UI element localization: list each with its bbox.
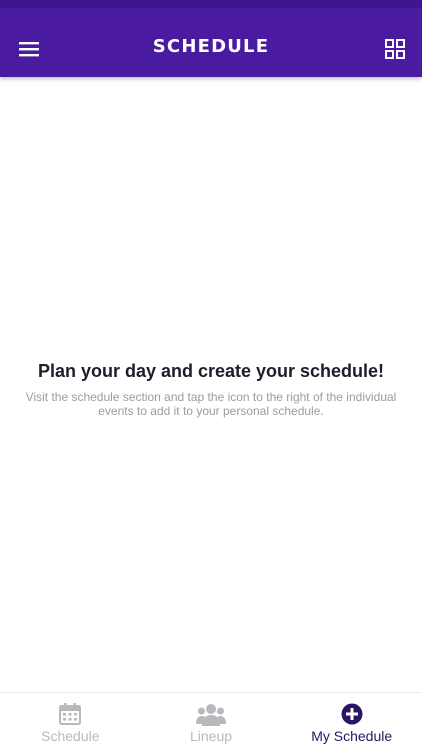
grid-view-icon — [385, 39, 405, 59]
status-bar — [0, 0, 422, 8]
nav-item-my-schedule[interactable]: My Schedule — [281, 693, 422, 750]
app: SCHEDULE Plan your day and create your s… — [0, 0, 422, 750]
bottom-navigation: Schedule Lineup My Schedule — [0, 692, 422, 750]
plus-circle-icon — [341, 703, 363, 725]
empty-state: Plan your day and create your schedule! … — [0, 358, 422, 418]
nav-item-schedule[interactable]: Schedule — [0, 693, 141, 750]
nav-label-schedule: Schedule — [41, 728, 100, 744]
group-icon — [196, 704, 226, 726]
grid-view-button[interactable] — [378, 32, 412, 66]
nav-label-my-schedule: My Schedule — [311, 728, 393, 744]
nav-item-lineup[interactable]: Lineup — [141, 693, 282, 750]
empty-state-heading: Plan your day and create your schedule! — [37, 361, 385, 381]
calendar-icon — [59, 703, 82, 725]
page-title: SCHEDULE — [152, 36, 270, 57]
empty-state-description: Visit the schedule section and tap the i… — [25, 390, 397, 418]
top-app-bar: SCHEDULE — [0, 0, 422, 77]
nav-label-lineup: Lineup — [189, 728, 233, 744]
